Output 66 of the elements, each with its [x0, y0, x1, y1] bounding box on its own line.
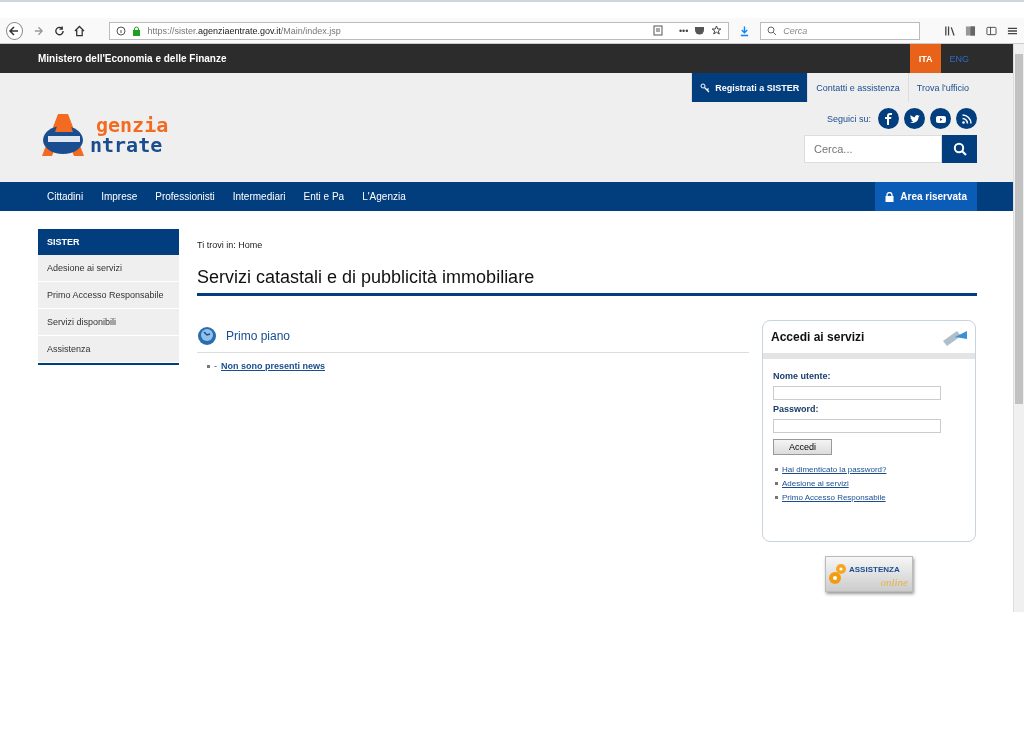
bullet-icon: [775, 496, 778, 499]
sidebar-item[interactable]: Servizi disponibili: [38, 309, 179, 336]
header-link[interactable]: Registrati a SISTER: [691, 73, 808, 102]
nav-link[interactable]: L'Agenzia: [353, 182, 415, 211]
bird-icon[interactable]: [904, 108, 925, 129]
header-link[interactable]: Contatti e assistenza: [807, 73, 908, 102]
home-icon[interactable]: [74, 24, 86, 37]
nav-link[interactable]: Enti e Pa: [294, 182, 354, 211]
info-icon: [116, 25, 127, 36]
news-link[interactable]: Non sono presenti news: [221, 361, 325, 371]
logo-text: genzia: [96, 114, 169, 135]
search-icon: [767, 25, 778, 36]
login-link[interactable]: Hai dimenticato la password?: [782, 465, 887, 474]
sidebar-icon[interactable]: [986, 24, 998, 37]
follow-label: Seguici su:: [826, 113, 871, 124]
gears-icon: [828, 563, 848, 585]
forward-icon[interactable]: [32, 24, 44, 37]
nav-link[interactable]: Imprese: [92, 182, 147, 211]
username-label: Nome utente:: [773, 371, 831, 381]
back-arrow-icon: [8, 24, 21, 37]
header-link[interactable]: Trova l'ufficio: [907, 73, 977, 102]
download-icon[interactable]: [739, 24, 751, 37]
lock-icon: [132, 25, 142, 36]
login-title: Accedi ai servizi: [771, 330, 865, 344]
reload-icon[interactable]: [53, 24, 65, 37]
facebook-icon[interactable]: [878, 108, 899, 129]
site-search-field[interactable]: Cerca...: [804, 135, 942, 163]
section-title: Primo piano: [226, 329, 291, 343]
menu-dots[interactable]: •••: [678, 25, 689, 36]
sidebar-item[interactable]: Primo Accesso Responsabile: [38, 282, 179, 309]
url-text: https://sister.agenziaentrate.gov.it/Main/index.jsp: [147, 25, 342, 36]
reader-view-icon[interactable]: [965, 24, 977, 37]
bullet-icon: [207, 364, 210, 368]
breadcrumb: Ti trovi in: Home: [197, 240, 264, 250]
reserved-area-button[interactable]: Area riservata: [875, 182, 977, 211]
address-bar[interactable]: https://sister.agenziaentrate.gov.it/Main/index.jsp •••: [109, 21, 730, 40]
login-link[interactable]: Primo Accesso Responsabile: [782, 493, 886, 502]
scrollbar[interactable]: [1013, 44, 1024, 612]
pocket-icon[interactable]: [694, 25, 706, 36]
rss-icon[interactable]: [956, 108, 977, 129]
ministry-title: Ministero dell'Economia e delle Finanze: [38, 53, 227, 64]
sidebar-item[interactable]: Assistenza: [38, 336, 179, 363]
bullet-icon: [775, 482, 778, 485]
dash-text: -: [214, 361, 217, 371]
page-title: Servizi catastali e di pubblicità immobiliare: [197, 267, 977, 296]
password-label: Password:: [773, 404, 819, 414]
back-button[interactable]: [6, 21, 23, 40]
library-icon[interactable]: [944, 24, 956, 37]
nav-link[interactable]: Intermediari: [223, 182, 295, 211]
reader-icon[interactable]: [652, 25, 663, 36]
sidebar-title: SISTER: [38, 229, 179, 255]
lock-icon: [885, 191, 895, 202]
bullet-icon: [775, 468, 778, 471]
login-button[interactable]: Accedi: [773, 439, 832, 455]
nav-link[interactable]: Professionisti: [146, 182, 224, 211]
play-icon[interactable]: [930, 108, 951, 129]
assistance-online-button[interactable]: ASSISTENZA online: [825, 556, 913, 592]
sidebar-item[interactable]: Adesione ai servizi: [38, 255, 179, 282]
login-link[interactable]: Adesione ai servizi: [782, 479, 849, 488]
search-icon: [952, 142, 967, 156]
username-field[interactable]: [773, 386, 941, 400]
nav-link[interactable]: Cittadini: [38, 182, 93, 211]
star-icon[interactable]: [711, 25, 723, 36]
browser-search-field[interactable]: Cerca: [760, 21, 921, 40]
search-button[interactable]: [942, 135, 977, 163]
password-field[interactable]: [773, 419, 941, 433]
